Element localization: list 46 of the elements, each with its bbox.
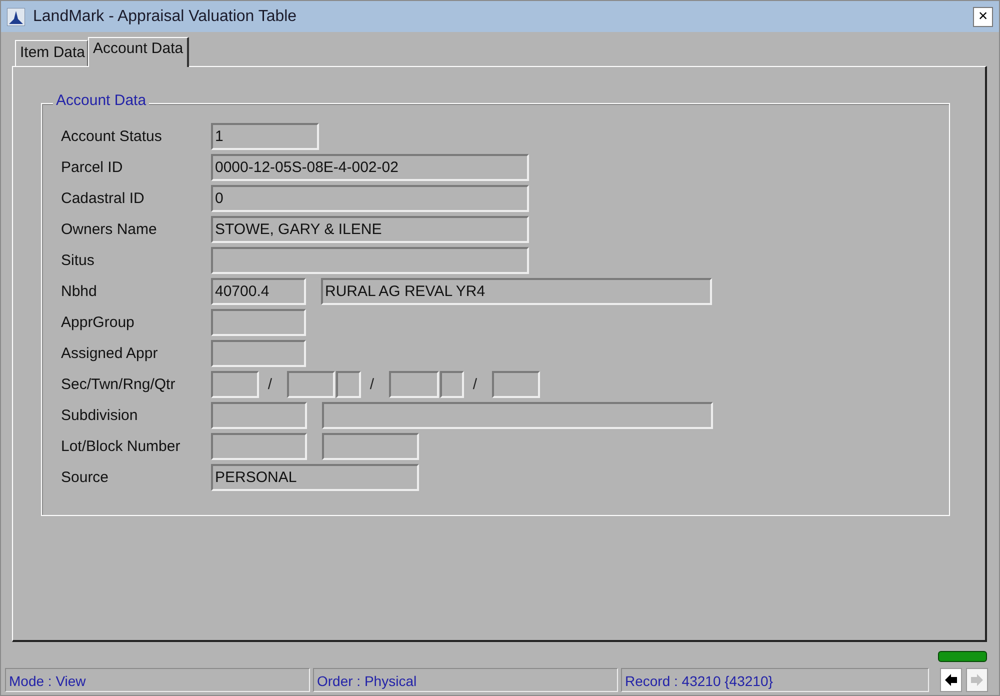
- field-label: Situs: [61, 252, 96, 269]
- input-field[interactable]: [492, 371, 540, 398]
- input-field[interactable]: 40700.4: [211, 278, 306, 305]
- field-label: Assigned Appr: [61, 345, 159, 362]
- input-field[interactable]: [211, 247, 529, 274]
- app-icon: [7, 8, 25, 26]
- input-field[interactable]: 0000-12-05S-08E-4-002-02: [211, 154, 529, 181]
- input-field[interactable]: STOWE, GARY & ILENE: [211, 216, 529, 243]
- status-panel: Order : Physical: [313, 668, 618, 692]
- status-indicator: [938, 651, 987, 662]
- close-button[interactable]: ×: [973, 6, 993, 26]
- input-field[interactable]: [336, 371, 361, 398]
- field-label: Parcel ID: [61, 159, 124, 176]
- field-label: ApprGroup: [61, 314, 136, 331]
- input-field[interactable]: [389, 371, 439, 398]
- input-field[interactable]: [322, 402, 713, 429]
- separator-text: /: [266, 376, 274, 393]
- input-field[interactable]: [440, 371, 464, 398]
- field-label: Source: [61, 469, 110, 486]
- input-field[interactable]: [211, 402, 307, 429]
- field-label: Subdivision: [61, 407, 139, 424]
- right-arrow-icon: [970, 673, 984, 687]
- left-arrow-icon: [944, 673, 958, 687]
- input-field[interactable]: [211, 340, 306, 367]
- status-panel: Mode : View: [5, 668, 310, 692]
- separator-text: /: [472, 376, 478, 393]
- field-label: Account Status: [61, 128, 163, 145]
- field-label: Lot/Block Number: [61, 438, 182, 455]
- window-title: LandMark - Appraisal Valuation Table: [33, 8, 298, 26]
- separator-text: /: [368, 376, 376, 393]
- field-label: Owners Name: [61, 221, 158, 238]
- previous-button[interactable]: [940, 668, 962, 692]
- input-field[interactable]: 0: [211, 185, 529, 212]
- field-label: Nbhd: [61, 283, 98, 300]
- input-field[interactable]: RURAL AG REVAL YR4: [321, 278, 712, 305]
- input-field[interactable]: [287, 371, 335, 398]
- field-label: Sec/Twn/Rng/Qtr: [61, 376, 176, 393]
- tab[interactable]: Account Data: [88, 37, 190, 67]
- status-panel: Record : 43210 {43210}: [621, 668, 929, 692]
- input-field[interactable]: 1: [211, 123, 319, 150]
- input-field[interactable]: [211, 371, 259, 398]
- field-label: Cadastral ID: [61, 190, 146, 207]
- input-field[interactable]: [322, 433, 419, 460]
- input-field[interactable]: [211, 309, 306, 336]
- input-field[interactable]: [211, 433, 307, 460]
- input-field[interactable]: PERSONAL: [211, 464, 419, 491]
